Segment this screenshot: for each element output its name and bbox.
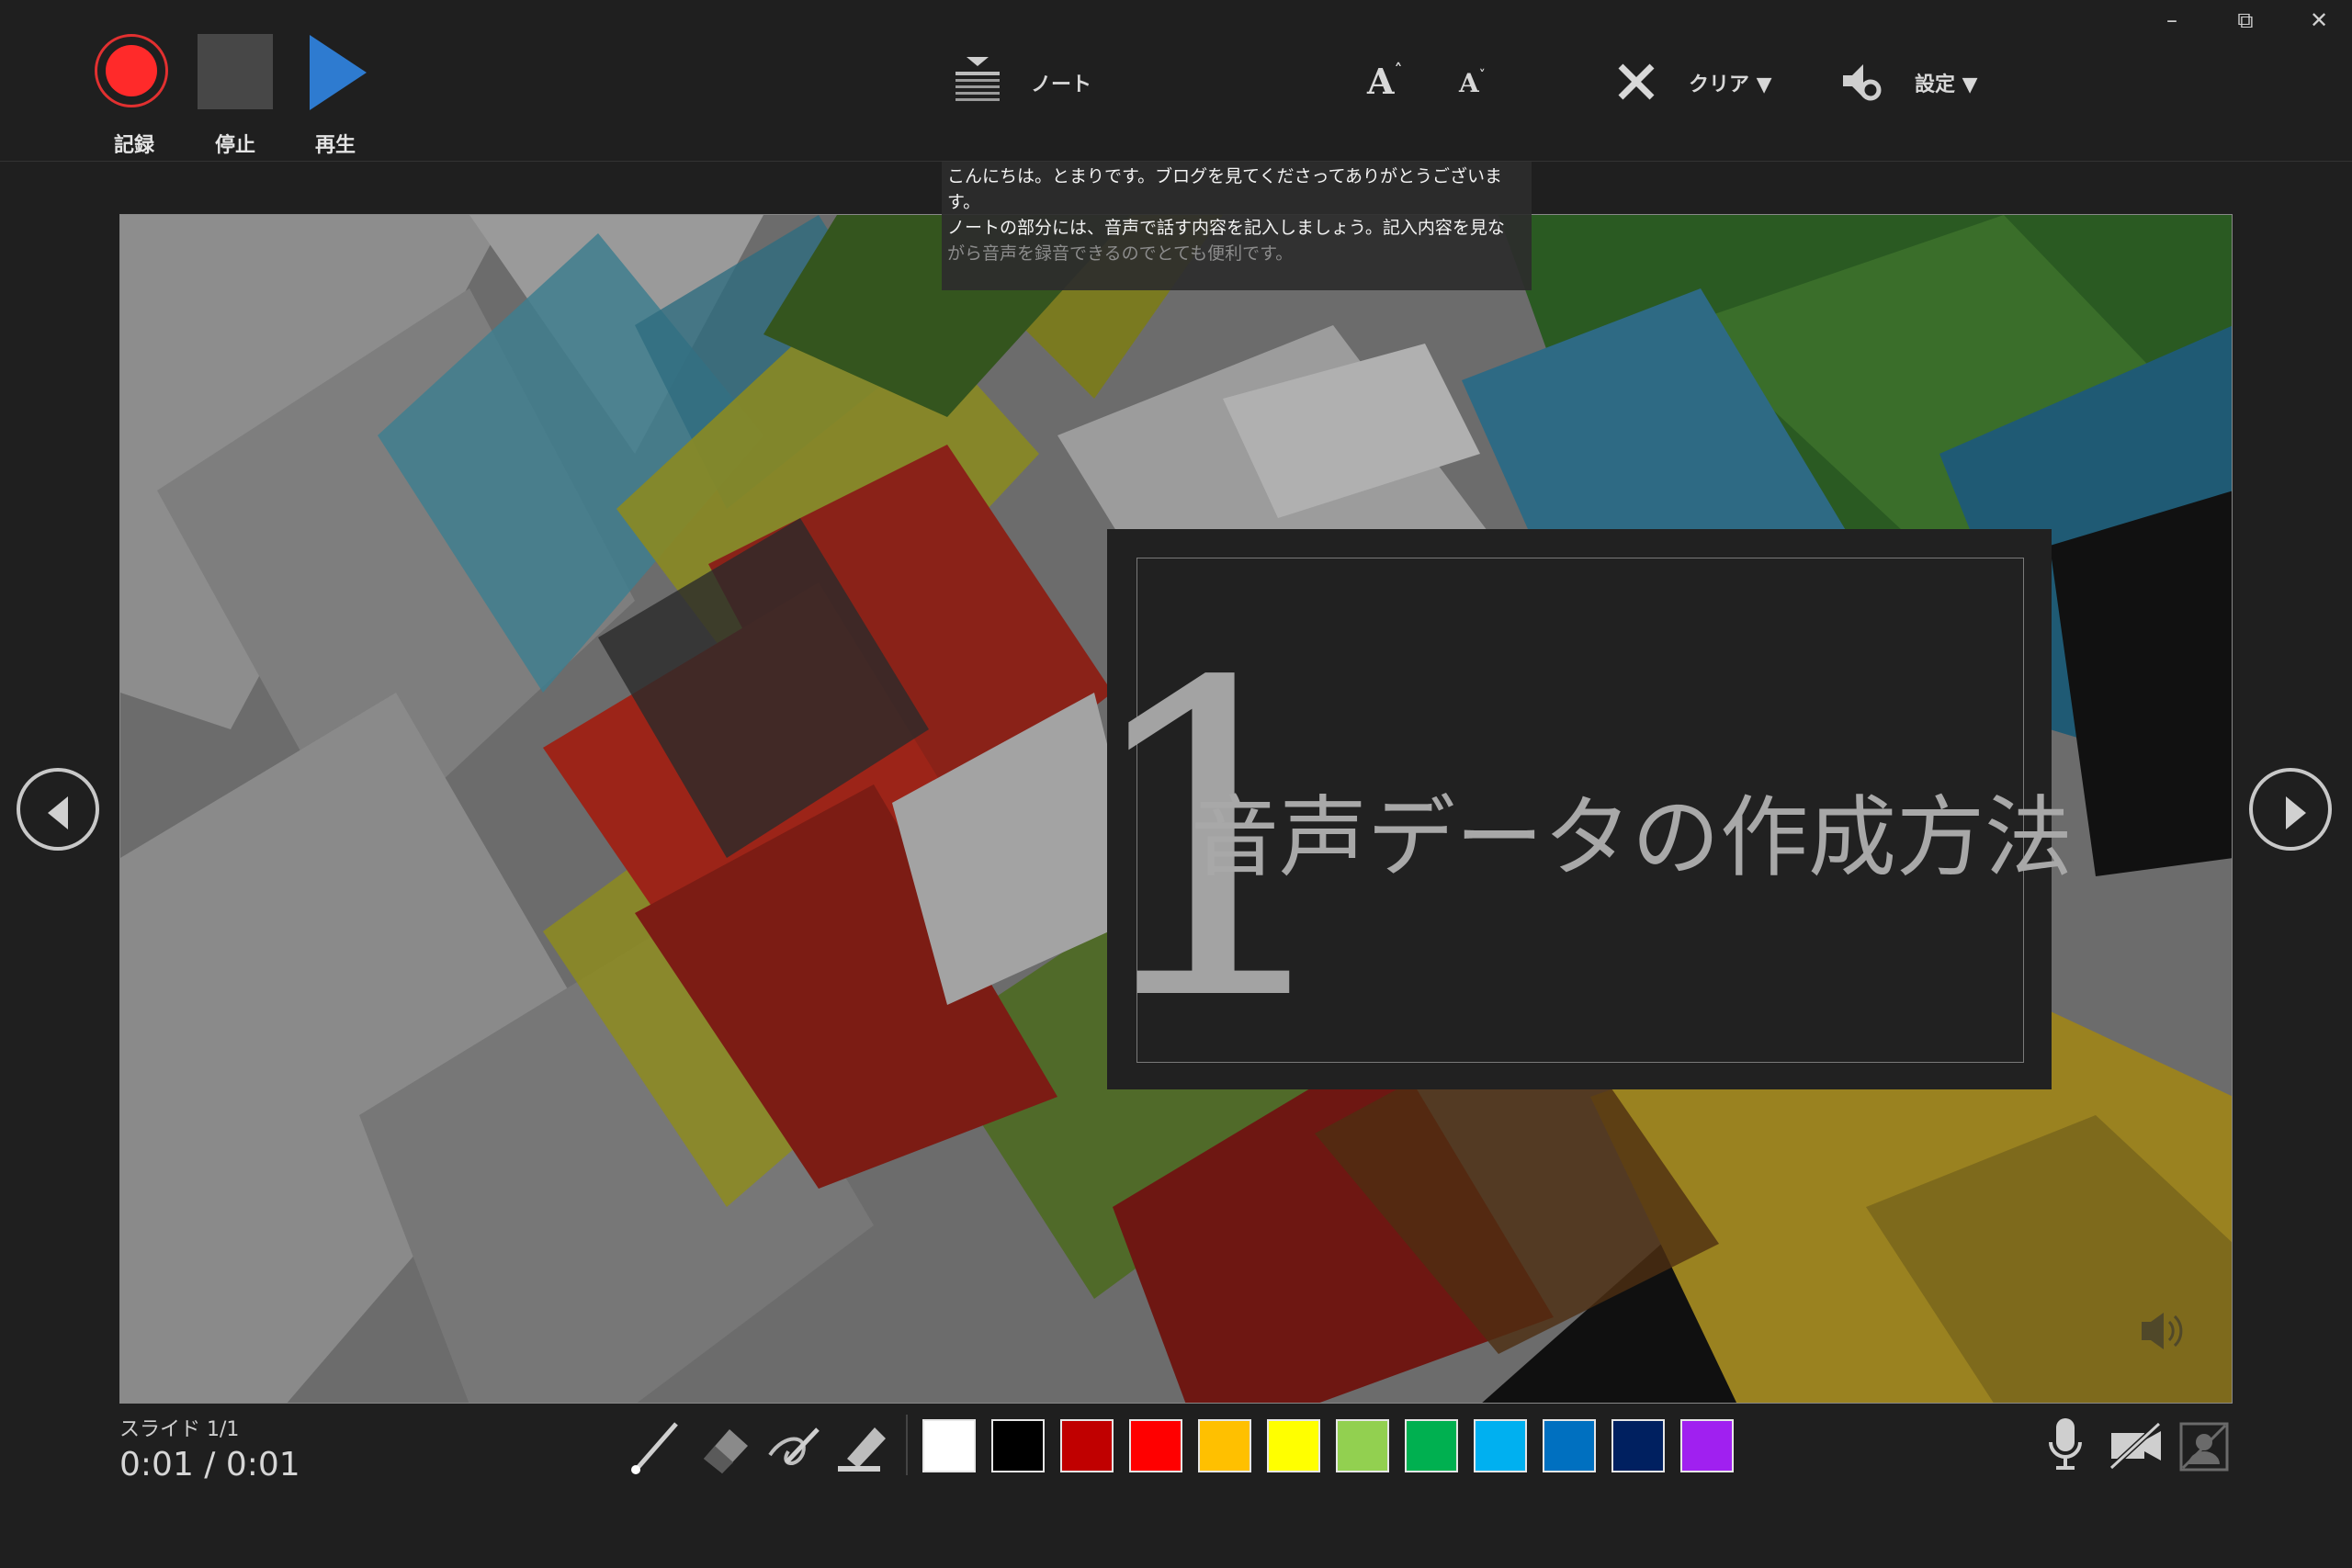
notes-button[interactable]	[952, 53, 1003, 107]
ink-color-swatch[interactable]	[1611, 1419, 1665, 1472]
ink-color-swatch[interactable]	[1198, 1419, 1251, 1472]
play-label: 再生	[314, 134, 356, 157]
clear-icon	[1615, 61, 1657, 107]
restore-button[interactable]: ⧉	[2227, 7, 2264, 33]
next-slide-button[interactable]	[2249, 768, 2332, 851]
record-icon	[106, 45, 157, 96]
ink-color-swatch[interactable]	[1336, 1419, 1389, 1472]
close-button[interactable]: ✕	[2301, 7, 2337, 33]
font-decrease-button[interactable]: A˅	[1459, 68, 1486, 98]
play-button[interactable]	[310, 35, 367, 110]
ink-color-swatch[interactable]	[1267, 1419, 1320, 1472]
chevron-right-icon	[2286, 796, 2306, 829]
pen-icon	[631, 1422, 678, 1474]
minimize-button[interactable]: –	[2154, 7, 2190, 33]
eraser-button[interactable]	[698, 1415, 755, 1475]
slide-counter: スライド 1/1	[119, 1418, 240, 1441]
camera-preview-button[interactable]	[2179, 1422, 2229, 1475]
font-decrease-icon: A	[1459, 68, 1479, 98]
microphone-button[interactable]	[2045, 1415, 2086, 1479]
ink-color-swatch[interactable]	[991, 1419, 1045, 1472]
ink-color-swatch[interactable]	[922, 1419, 976, 1472]
chevron-left-icon	[48, 796, 68, 829]
ink-color-swatch[interactable]	[1543, 1419, 1596, 1472]
stop-button[interactable]	[198, 34, 273, 109]
notes-icon	[956, 57, 1000, 101]
microphone-icon	[2049, 1418, 2082, 1470]
notes-panel[interactable]: こんにちは。とまりです。ブログを見てくださってありがとうございます。 ノートの部…	[942, 162, 1532, 290]
camera-button[interactable]	[2108, 1420, 2165, 1475]
font-increase-button[interactable]: A˄	[1367, 61, 1402, 102]
font-increase-icon: A	[1367, 61, 1395, 102]
highlighter-button[interactable]	[834, 1415, 891, 1475]
ink-color-swatch[interactable]	[1474, 1419, 1527, 1472]
slide-preview: 1 音声データの作成方法	[119, 214, 2233, 1404]
settings-dropdown[interactable]: 設定 ▼	[1915, 68, 1978, 97]
ink-color-swatch[interactable]	[1680, 1419, 1734, 1472]
highlighter-icon	[838, 1427, 886, 1472]
previous-slide-button[interactable]	[17, 768, 99, 851]
record-label: 記録	[113, 134, 154, 157]
camera-off-icon	[2109, 1421, 2162, 1471]
pen-ink-icon	[768, 1427, 820, 1465]
clear-dropdown[interactable]: クリア ▼	[1689, 68, 1772, 97]
camera-preview-off-icon	[2179, 1422, 2229, 1472]
elapsed-time: 0:01 / 0:01	[119, 1446, 300, 1483]
ink-color-swatch[interactable]	[1129, 1419, 1182, 1472]
notes-label: ノート	[1031, 73, 1092, 96]
stop-label: 停止	[214, 134, 255, 157]
notes-line: がら音声を録音できるのでとても便利です。	[947, 243, 1294, 264]
ink-color-swatch[interactable]	[1060, 1419, 1114, 1472]
notes-line: ノートの部分には、音声で話す内容を記入しましょう。記入内容を見な	[947, 218, 1505, 238]
notes-line: こんにちは。とまりです。ブログを見てくださってありがとうございます。	[947, 166, 1503, 212]
pen-button[interactable]	[628, 1415, 685, 1475]
pen-ink-button[interactable]	[766, 1415, 823, 1475]
eraser-icon	[704, 1429, 748, 1473]
ink-color-swatch[interactable]	[1405, 1419, 1458, 1472]
settings-icon	[1841, 61, 1882, 105]
slide-title: 音声データの作成方法	[1191, 786, 2073, 889]
